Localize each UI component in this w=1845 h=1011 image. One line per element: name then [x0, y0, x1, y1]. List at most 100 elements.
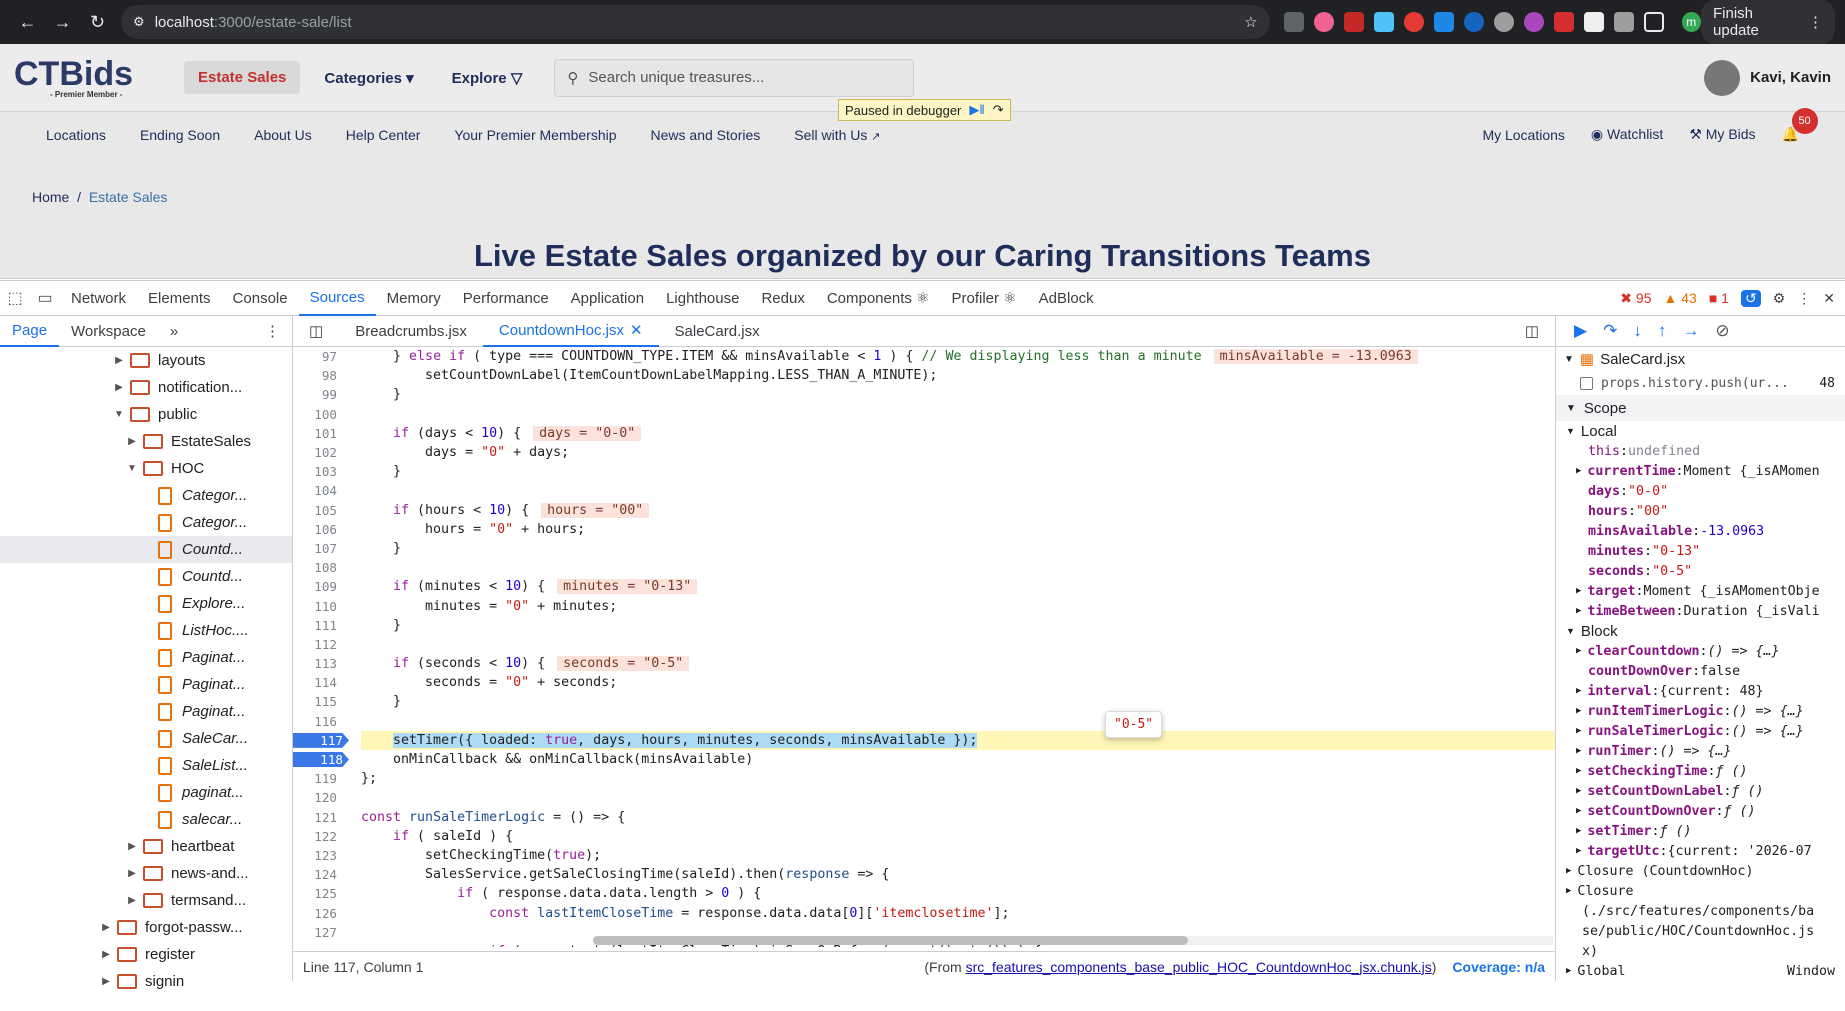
folder-item[interactable]: ▶ termsand... — [0, 887, 292, 914]
line-number[interactable]: 99 — [293, 387, 343, 402]
close-icon[interactable]: ✕ — [1823, 290, 1835, 307]
subnav-premier-membership[interactable]: Your Premier Membership — [454, 127, 616, 143]
folder-item[interactable]: ▶ news-and... — [0, 860, 292, 887]
file-item[interactable]: SaleCar... — [0, 725, 292, 752]
subnav-news-and-stories[interactable]: News and Stories — [651, 127, 761, 143]
line-number[interactable]: 119 — [293, 771, 343, 786]
extension-icon[interactable] — [1313, 12, 1334, 32]
extension-icon[interactable] — [1493, 12, 1514, 32]
scope-variable[interactable]: ▶ targetUtc: {current: '2026-07 — [1556, 841, 1845, 861]
line-number[interactable]: 116 — [293, 714, 343, 729]
breakpoint-checkbox[interactable] — [1580, 376, 1593, 390]
scope-variable[interactable]: ▶ runItemTimerLogic: () => {…} — [1556, 701, 1845, 721]
puzzle-icon[interactable] — [1433, 12, 1454, 32]
line-number[interactable]: 112 — [293, 637, 343, 652]
site-search-input[interactable]: ⚲ Search unique treasures... — [554, 58, 915, 97]
extension-icon[interactable] — [1373, 12, 1394, 32]
tab-page[interactable]: Page — [0, 316, 60, 347]
file-item[interactable]: salecar... — [0, 806, 292, 833]
step-over-icon[interactable]: ↷ — [1603, 321, 1617, 341]
file-item[interactable]: Paginat... — [0, 671, 292, 698]
breakpoint-line-number[interactable]: 117 — [293, 732, 349, 748]
extension-icon[interactable] — [1553, 12, 1574, 32]
step-icon[interactable]: → — [1682, 321, 1699, 341]
editor-tab-breadcrumbs[interactable]: Breadcrumbs.jsx — [339, 316, 483, 347]
line-number[interactable]: 124 — [293, 867, 343, 882]
devtools-tab-console[interactable]: Console — [222, 281, 299, 316]
settings-gear-icon[interactable]: ⚙ — [1773, 290, 1786, 307]
editor-tab-salecard[interactable]: SaleCard.jsx — [659, 316, 776, 347]
file-item[interactable]: Categor... — [0, 509, 292, 536]
scope-variable[interactable]: countDownOver: false — [1556, 661, 1845, 681]
extension-icon[interactable] — [1463, 12, 1484, 32]
more-tabs-icon[interactable]: » — [158, 316, 190, 347]
deactivate-breakpoints-icon[interactable]: ⊘ — [1715, 321, 1729, 341]
line-number[interactable]: 97 — [293, 349, 343, 364]
breakpoint-line-number[interactable]: 118 — [293, 752, 349, 768]
nav-categories[interactable]: Categories ▾ — [310, 61, 427, 95]
line-number[interactable]: 105 — [293, 503, 343, 518]
folder-item[interactable]: ▶ heartbeat — [0, 833, 292, 860]
watchlist-link[interactable]: ◉ Watchlist — [1591, 126, 1663, 143]
my-locations-link[interactable]: My Locations — [1482, 127, 1564, 143]
extension-icon[interactable] — [1343, 12, 1364, 32]
scope-group-header[interactable]: ▼ Block — [1556, 621, 1845, 641]
bookmark-star-icon[interactable]: ☆ — [1244, 13, 1257, 31]
nav-explore[interactable]: Explore ▽ — [438, 61, 537, 95]
folder-item[interactable]: ▶ notification... — [0, 374, 292, 401]
inspect-element-icon[interactable]: ⬚ — [0, 288, 30, 308]
subnav-ending-soon[interactable]: Ending Soon — [140, 127, 220, 143]
step-into-icon[interactable]: ↓ — [1633, 321, 1642, 341]
horizontal-scrollbar[interactable] — [593, 936, 1553, 945]
camera-icon[interactable] — [1613, 12, 1634, 32]
line-number[interactable]: 107 — [293, 541, 343, 556]
line-number[interactable]: 125 — [293, 886, 343, 901]
notifications-bell[interactable]: 🔔 50 — [1782, 108, 1818, 143]
subnav-sell-with-us[interactable]: Sell with Us ↗ — [794, 127, 880, 143]
step-out-icon[interactable]: ↑ — [1658, 321, 1667, 341]
scope-variable[interactable]: hours: "00" — [1556, 501, 1845, 521]
line-number[interactable]: 104 — [293, 483, 343, 498]
file-item[interactable]: ListHoc.... — [0, 617, 292, 644]
folder-item[interactable]: ▶ layouts — [0, 347, 292, 374]
site-info-icon[interactable]: ⚙ — [133, 14, 145, 30]
devtools-tab-sources[interactable]: Sources — [298, 281, 376, 316]
line-number[interactable]: 111 — [293, 618, 343, 633]
file-item[interactable]: SaleList... — [0, 752, 292, 779]
file-item[interactable]: Countd... — [0, 536, 292, 563]
devtools-tab-performance[interactable]: Performance — [452, 281, 560, 316]
user-menu[interactable]: Kavi, Kavin — [1704, 59, 1831, 96]
line-number[interactable]: 98 — [293, 368, 343, 383]
subnav-about-us[interactable]: About Us — [254, 127, 312, 143]
line-number[interactable]: 102 — [293, 445, 343, 460]
devtools-tab-adblock[interactable]: AdBlock — [1028, 281, 1105, 316]
errors-count[interactable]: ✖ 95 — [1620, 290, 1651, 307]
issues-count[interactable]: ■ 1 — [1709, 290, 1729, 306]
scope-variable[interactable]: this: undefined — [1556, 441, 1845, 461]
scope-variable[interactable]: ▶ timeBetween: Duration {_isVali — [1556, 601, 1845, 621]
devtools-tab-lighthouse[interactable]: Lighthouse — [655, 281, 750, 316]
devtools-tab-elements[interactable]: Elements — [137, 281, 222, 316]
scope-variable[interactable]: ▶ setCountDownLabel: ƒ () — [1556, 781, 1845, 801]
breadcrumb-home[interactable]: Home — [32, 189, 69, 205]
nav-estate-sales[interactable]: Estate Sales — [184, 61, 301, 94]
scope-variable[interactable]: minsAvailable: -13.0963 — [1556, 521, 1845, 541]
file-item[interactable]: Paginat... — [0, 644, 292, 671]
subnav-help-center[interactable]: Help Center — [346, 127, 421, 143]
more-options-icon[interactable]: ⋮ — [1797, 290, 1811, 307]
address-bar[interactable]: ⚙ localhost:3000/estate-sale/list ☆ — [121, 5, 1270, 39]
line-number[interactable]: 121 — [293, 810, 343, 825]
site-logo[interactable]: CTBids - Premier Member - — [14, 57, 174, 99]
scope-section-header[interactable]: ▼ Scope — [1556, 395, 1845, 421]
scope-variable[interactable]: ▶ setTimer: ƒ () — [1556, 821, 1845, 841]
my-bids-link[interactable]: ⚒ My Bids — [1689, 126, 1755, 143]
folder-item[interactable]: ▼ HOC — [0, 455, 292, 482]
scope-group-header[interactable]: ▶ Closure (CountdownHoc) — [1556, 861, 1845, 881]
editor-tab-countdownhoc[interactable]: CountdownHoc.jsx ✕ — [482, 316, 659, 347]
devtools-tab-memory[interactable]: Memory — [376, 281, 452, 316]
file-item[interactable]: Paginat... — [0, 698, 292, 725]
scope-variable[interactable]: minutes: "0-13" — [1556, 541, 1845, 561]
reload-icon[interactable]: ↻ — [80, 4, 115, 40]
folder-item[interactable]: ▼ public — [0, 401, 292, 428]
file-item[interactable]: paginat... — [0, 779, 292, 806]
